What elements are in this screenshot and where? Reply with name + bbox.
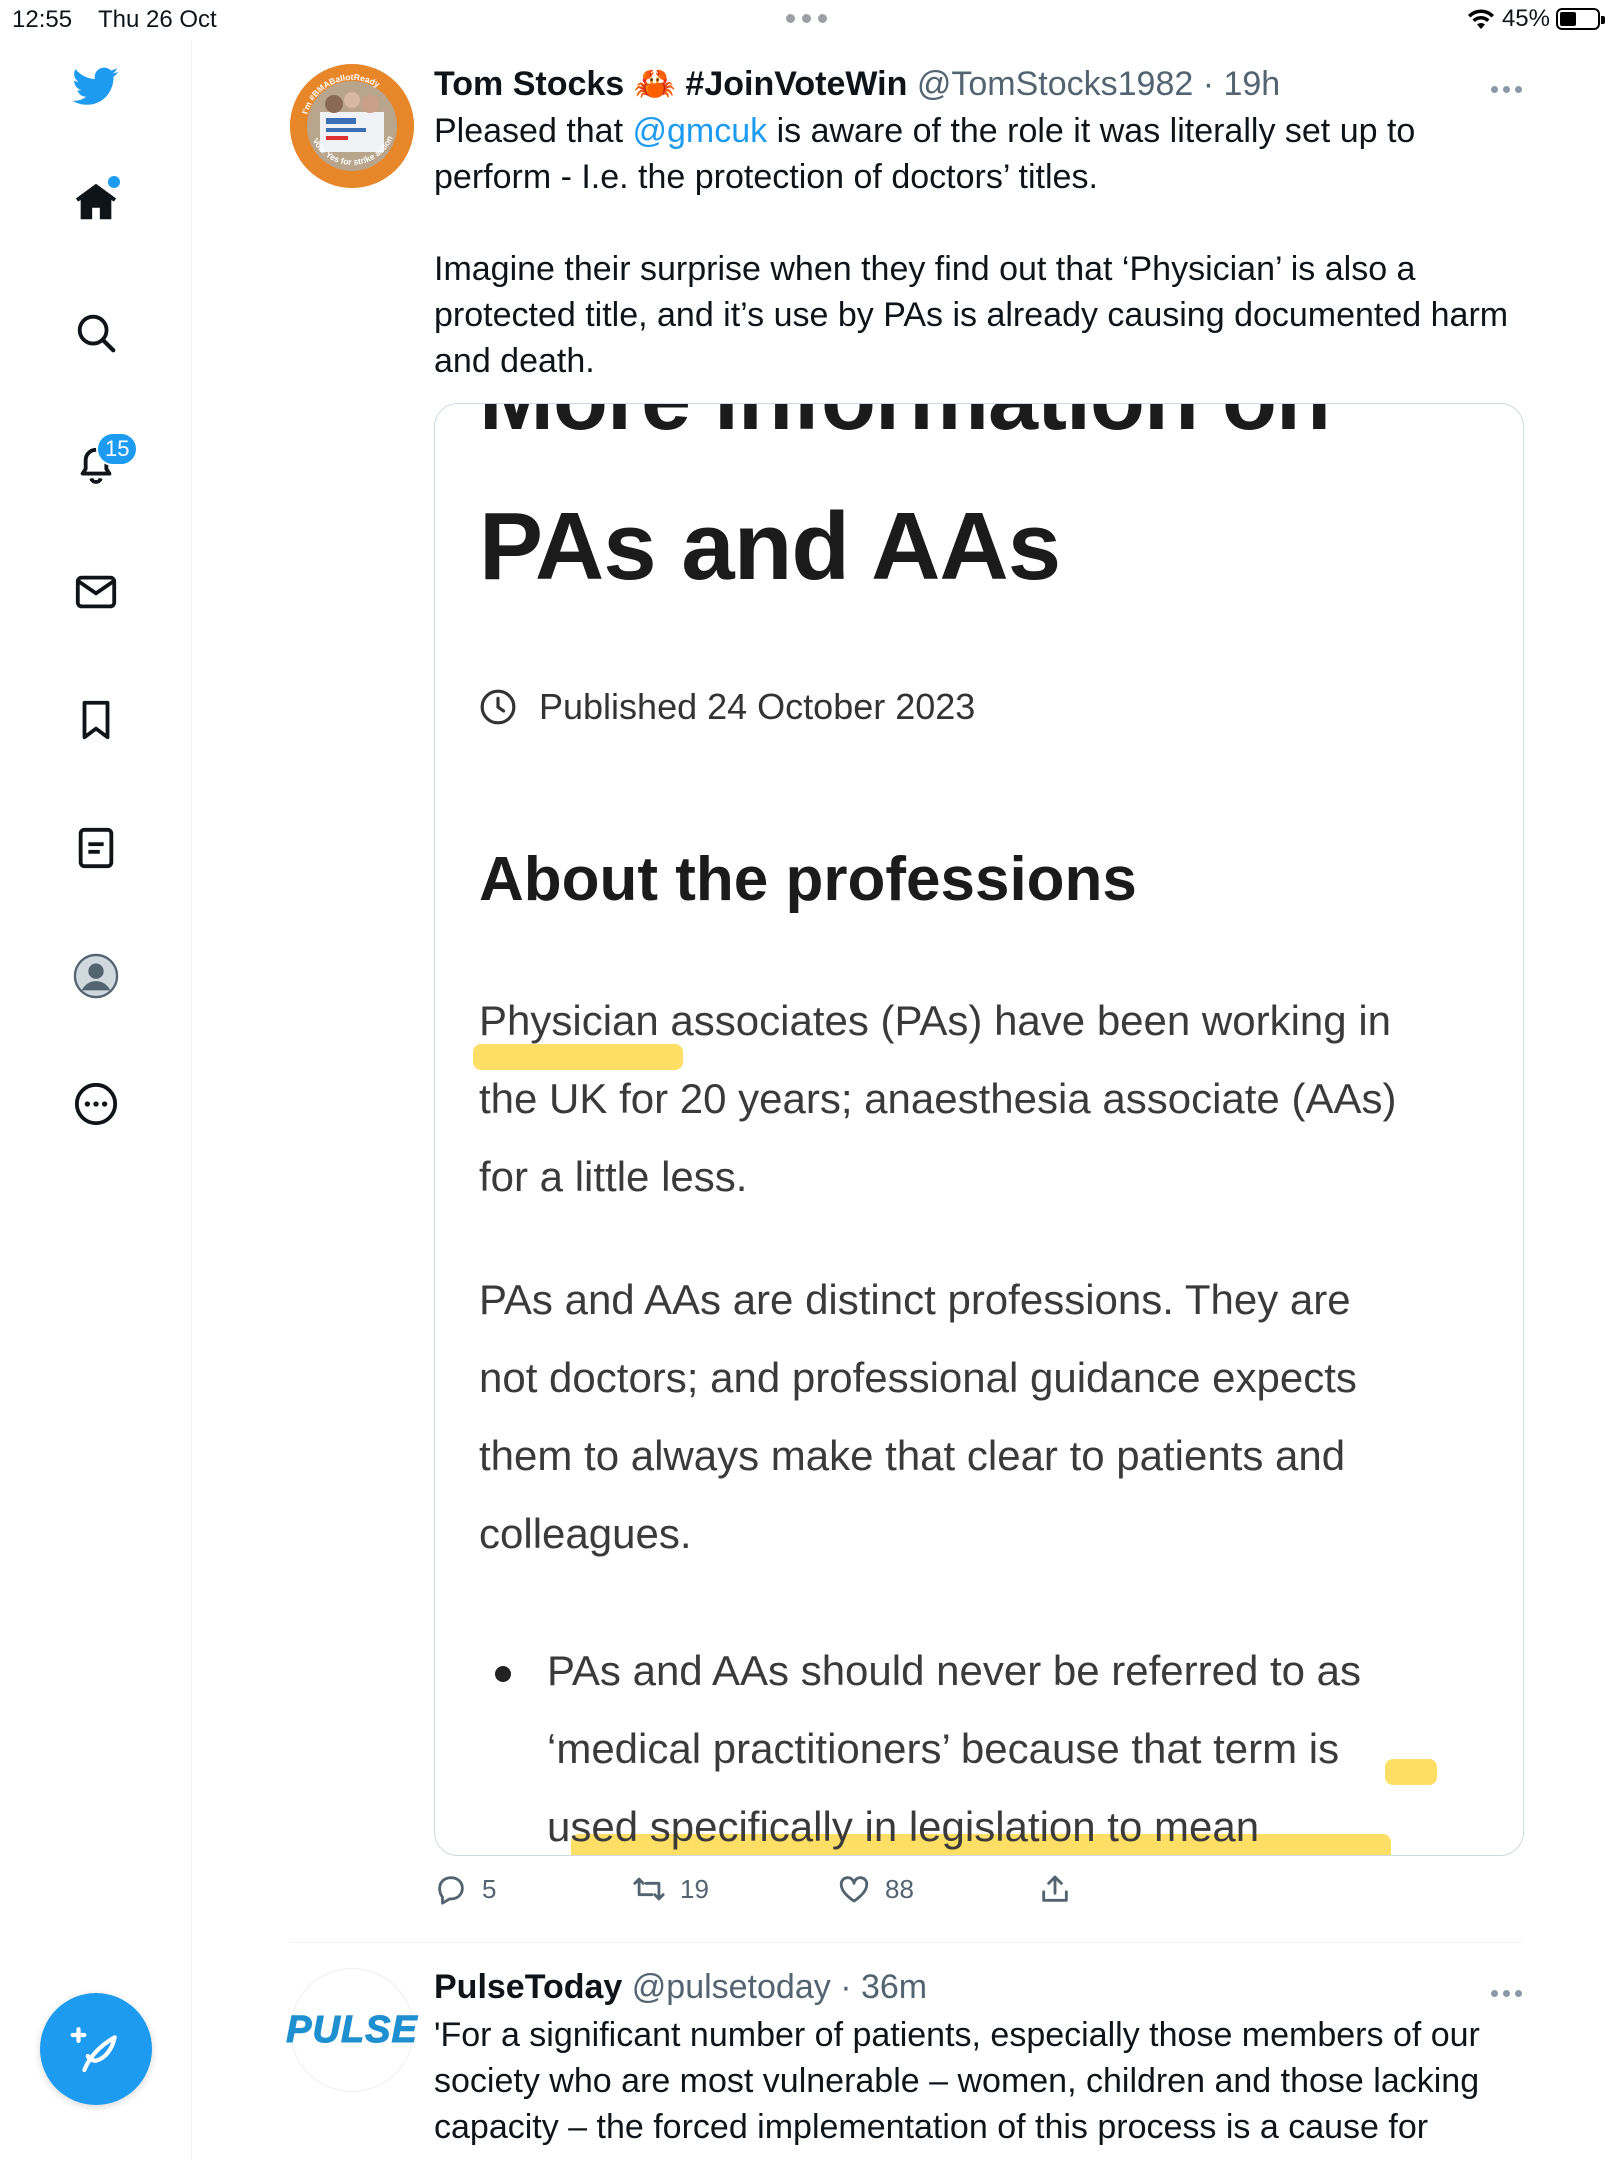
battery-icon: [1556, 8, 1605, 30]
nav-bookmarks[interactable]: [70, 694, 122, 746]
mention-link[interactable]: @gmcuk: [632, 112, 767, 150]
image-title-cut: More information on: [479, 404, 1331, 451]
nav-home[interactable]: [70, 176, 122, 228]
author-handle[interactable]: @pulsetoday: [632, 1968, 831, 2006]
multitasking-dots[interactable]: [786, 14, 827, 23]
compose-feather-icon: [70, 2027, 117, 2073]
image-title: PAs and AAs: [479, 493, 1061, 600]
image-text-line: PAs and AAs should never be referred to …: [547, 1647, 1362, 1694]
bookmark-icon: [82, 700, 110, 740]
tweet-divider: [290, 1942, 1522, 1943]
battery-percent: 45%: [1501, 5, 1550, 32]
clock-icon: [480, 689, 516, 725]
image-text-line: PAs and AAs are distinct professions. Th…: [479, 1276, 1351, 1323]
notification-count-badge: 15: [96, 432, 139, 466]
nav-profile[interactable]: [70, 950, 122, 1002]
nav-notifications[interactable]: 15: [70, 432, 139, 490]
tweet-time[interactable]: 36m: [861, 1968, 927, 2006]
sidebar: 15: [0, 40, 192, 2160]
retweet-icon: [633, 1877, 665, 1901]
tweet-text-line: capacity – the forced implementation of …: [434, 2108, 1429, 2146]
compose-tweet-button[interactable]: [40, 1993, 152, 2105]
image-bullet-text: PAs and AAs should never be referred to …: [547, 1632, 1447, 1855]
twitter-logo-icon[interactable]: [70, 60, 122, 112]
image-paragraph-1: Physician associates (PAs) have been wor…: [479, 982, 1479, 1216]
status-time: 12:55: [12, 6, 73, 33]
avatar-photo: I'm #BMABallotReady Vote Yes for strike …: [290, 64, 414, 188]
image-text-line: the UK for 20 years; anaesthesia associa…: [479, 1075, 1397, 1122]
tweet-header: Tom Stocks 🦀 #JoinVoteWin @TomStocks1982…: [434, 64, 1280, 104]
list-icon: [78, 827, 114, 869]
tom-stocks-avatar[interactable]: I'm #BMABallotReady Vote Yes for strike …: [290, 64, 414, 188]
tweet-text-line: protected title, and it’s use by PAs is …: [434, 296, 1509, 334]
tweet-image[interactable]: More information on PAs and AAs Publishe…: [434, 403, 1524, 1856]
image-text-line: Physician associates (PAs) have been wor…: [479, 997, 1392, 1044]
retweet-button[interactable]: 19: [632, 1872, 709, 1906]
search-icon: [77, 314, 116, 353]
new-content-dot: [108, 176, 120, 188]
image-text-line: used specifically in legislation to mean: [547, 1803, 1260, 1850]
nav-lists[interactable]: [70, 822, 122, 874]
tweet-text-line: perform - I.e. the protection of doctors…: [434, 158, 1098, 196]
heart-icon: [839, 1876, 869, 1903]
image-text-line: not doctors; and professional guidance e…: [479, 1354, 1357, 1401]
tweet-text-line: Imagine their surprise when they find ou…: [434, 250, 1416, 288]
image-text-line: colleagues.: [479, 1510, 692, 1557]
image-published-date: Published 24 October 2023: [479, 686, 975, 728]
header-separator: ·: [1193, 65, 1224, 103]
published-text: Published 24 October 2023: [539, 686, 976, 727]
wifi-icon: [1467, 9, 1494, 29]
image-text-line: for a little less.: [479, 1153, 748, 1200]
pulse-logo: PULSE: [286, 2008, 418, 2051]
reply-icon: [438, 1876, 464, 1905]
tweet-text-line: 'For a significant number of patients, e…: [434, 2016, 1480, 2054]
battery-level: [1560, 12, 1576, 26]
reply-button[interactable]: 5: [434, 1872, 496, 1906]
nav-more[interactable]: [70, 1078, 122, 1130]
header-separator: ·: [830, 1968, 861, 2006]
author-name[interactable]: Tom Stocks 🦀 #JoinVoteWin: [434, 65, 907, 103]
image-text-line: them to always make that clear to patien…: [479, 1432, 1346, 1479]
tweet-more-icon[interactable]: [1491, 1990, 1522, 1997]
author-handle[interactable]: @TomStocks1982: [917, 65, 1193, 103]
status-date: Thu 26 Oct: [98, 6, 217, 33]
tweet-more-icon[interactable]: [1491, 86, 1522, 93]
nav-messages[interactable]: [70, 566, 122, 618]
pulsetoday-avatar[interactable]: PULSE: [286, 1968, 417, 2092]
tweet-text-line: is aware of the role it was literally se…: [767, 112, 1416, 150]
profile-avatar-icon: [73, 953, 119, 999]
bullet-point: [495, 1666, 511, 1682]
status-bar: 12:55 Thu 26 Oct 45%: [0, 0, 1620, 40]
tweet[interactable]: PULSE PulseToday @pulsetoday · 36m 'For …: [286, 1968, 1524, 2160]
retweet-count: 19: [680, 1873, 709, 1904]
like-count: 88: [885, 1873, 914, 1904]
tweet-header: PulseToday @pulsetoday · 36m: [434, 1968, 927, 2007]
image-paragraph-2: PAs and AAs are distinct professions. Th…: [479, 1261, 1479, 1573]
tweet-text: Pleased that @gmcuk is aware of the role…: [434, 108, 1524, 384]
image-heading: About the professions: [479, 845, 1137, 914]
tweet-text-line: and death.: [434, 342, 595, 380]
image-text-line: ‘medical practitioners’ because that ter…: [547, 1725, 1340, 1772]
reply-count: 5: [482, 1873, 497, 1904]
tweet-text-line: society who are most vulnerable – women,…: [434, 2062, 1480, 2100]
like-button[interactable]: 88: [837, 1872, 914, 1906]
tweet-time[interactable]: 19h: [1223, 65, 1280, 103]
share-button[interactable]: [1038, 1872, 1072, 1906]
more-circle-icon: [74, 1082, 118, 1126]
tweet-text: 'For a significant number of patients, e…: [434, 2012, 1524, 2150]
nav-explore[interactable]: [70, 307, 122, 359]
author-name[interactable]: PulseToday: [434, 1968, 622, 2006]
tweet-text-line: Pleased that: [434, 112, 633, 150]
envelope-icon: [75, 575, 117, 609]
tweet-actions: 5 19 88: [434, 1872, 1134, 1912]
share-icon: [1042, 1875, 1068, 1902]
